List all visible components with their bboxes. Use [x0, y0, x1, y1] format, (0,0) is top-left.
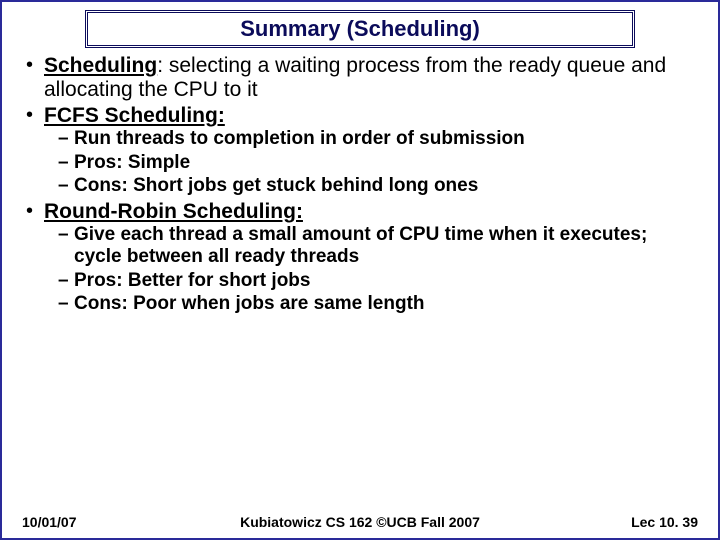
footer-date: 10/01/07: [22, 514, 112, 530]
rr-sub-2: Pros: Better for short jobs: [58, 270, 700, 292]
rr-sub-1: Give each thread a small amount of CPU t…: [58, 224, 700, 269]
footer-right: Lec 10. 39: [608, 514, 698, 530]
footer: 10/01/07 Kubiatowicz CS 162 ©UCB Fall 20…: [2, 514, 718, 530]
rr-sub-3: Cons: Poor when jobs are same length: [58, 293, 700, 315]
rr-term: Round-Robin Scheduling:: [44, 200, 303, 223]
bullet-fcfs: FCFS Scheduling: Run threads to completi…: [26, 104, 700, 197]
fcfs-sub-3: Cons: Short jobs get stuck behind long o…: [58, 175, 700, 197]
slide-content: Scheduling: selecting a waiting process …: [2, 54, 718, 315]
title-box: Summary (Scheduling): [85, 10, 635, 48]
bullet-rr: Round-Robin Scheduling: Give each thread…: [26, 200, 700, 316]
fcfs-term: FCFS Scheduling:: [44, 104, 225, 127]
scheduling-term: Scheduling: [44, 54, 157, 77]
fcfs-sub-1: Run threads to completion in order of su…: [58, 128, 700, 150]
slide-title: Summary (Scheduling): [240, 16, 480, 41]
footer-center: Kubiatowicz CS 162 ©UCB Fall 2007: [112, 514, 608, 530]
fcfs-sub-2: Pros: Simple: [58, 152, 700, 174]
bullet-scheduling: Scheduling: selecting a waiting process …: [26, 54, 700, 102]
